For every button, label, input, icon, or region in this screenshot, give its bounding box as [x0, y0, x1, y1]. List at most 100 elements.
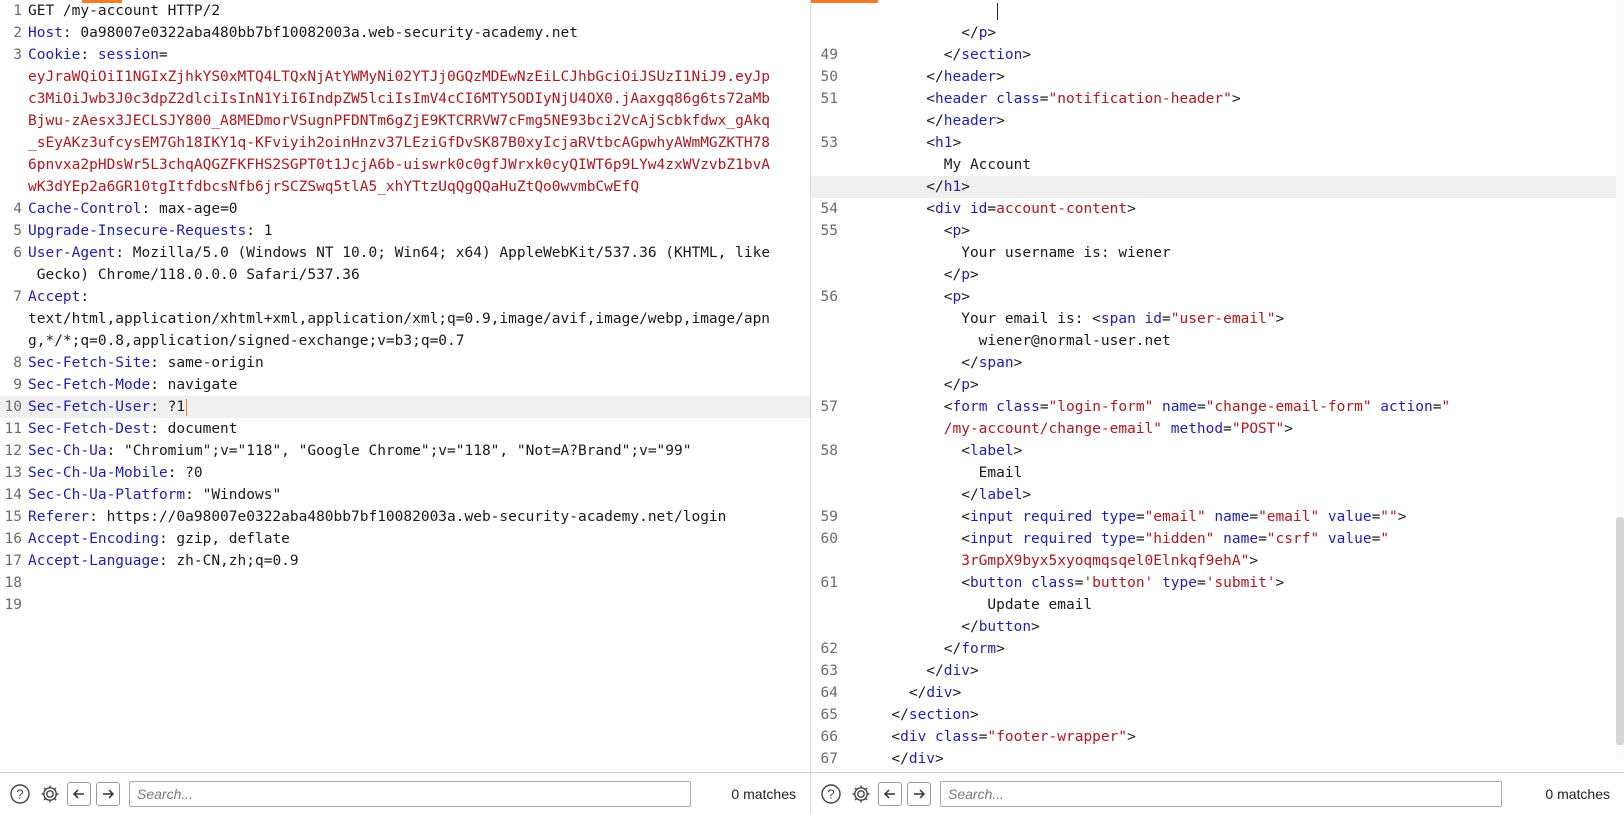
syntax-keyword: form	[961, 641, 997, 657]
code-line[interactable]: c3MiOiJwb3J0c3dpZ2dlciIsInN1YiI6IndpZW5l…	[0, 88, 810, 110]
line-number: 14	[4, 487, 22, 503]
line-number: 17	[4, 553, 22, 569]
syntax-value: account-content	[996, 201, 1128, 217]
code-line[interactable]: 11 Sec-Fetch-Dest: document	[0, 418, 810, 440]
line-text: Sec-Ch-Ua: "Chromium";v="118", "Google C…	[28, 440, 810, 462]
code-line[interactable]: 59 <input required type="email" name="em…	[811, 506, 1624, 528]
code-line[interactable]: </span>	[811, 352, 1624, 374]
code-line[interactable]: My Account	[811, 154, 1624, 176]
code-line[interactable]: Update email	[811, 594, 1624, 616]
line-number: 67	[820, 751, 838, 767]
response-editor[interactable]: </p> 49 </section> 50 </header> 51 <header …	[811, 0, 1624, 772]
code-line[interactable]: Email	[811, 462, 1624, 484]
code-line[interactable]: </p>	[811, 22, 1624, 44]
code-line[interactable]: 61 <button class='button' type='submit'>	[811, 572, 1624, 594]
code-line[interactable]: 66 <div class="footer-wrapper">	[811, 726, 1624, 748]
code-line[interactable]: 14 Sec-Ch-Ua-Platform: "Windows"	[0, 484, 810, 506]
response-scrollbar[interactable]	[1616, 0, 1624, 760]
code-line[interactable]: wK3dYEp2a6GR10tgItfdbcsNfb6jrSCZSwq5tlA5…	[0, 176, 810, 198]
code-line[interactable]: 10 Sec-Fetch-User: ?1	[0, 396, 810, 418]
code-line[interactable]: 2 Host: 0a98007e0322aba480bb7bf10082003a.…	[0, 22, 810, 44]
code-line[interactable]: </p>	[811, 264, 1624, 286]
previous-match-button[interactable]	[67, 781, 91, 806]
syntax-text: <	[839, 201, 936, 217]
scrollbar-thumb[interactable]	[1616, 517, 1624, 745]
code-line[interactable]: Your email is: <span id="user-email">	[811, 308, 1624, 330]
previous-match-button[interactable]	[878, 781, 902, 806]
line-text: GET /my-account HTTP/2	[28, 0, 810, 22]
line-text: Sec-Fetch-Dest: document	[28, 418, 810, 440]
syntax-text: >	[1127, 729, 1136, 745]
code-line[interactable]: 64 </div>	[811, 682, 1624, 704]
syntax-keyword: div id	[935, 201, 988, 217]
code-line[interactable]: 50 </header>	[811, 66, 1624, 88]
code-line[interactable]: 51 <header class="notification-header">	[811, 88, 1624, 110]
code-line[interactable]: 57 <form class="login-form" name="change…	[811, 396, 1624, 418]
code-line[interactable]: </label>	[811, 484, 1624, 506]
code-line[interactable]: Bjwu-zAesx3JECLSJY800_A8MEDmorVSugnPFDNT…	[0, 110, 810, 132]
code-line[interactable]: 62 </form>	[811, 638, 1624, 660]
syntax-keyword: Host	[28, 25, 63, 41]
code-line[interactable]: _sEyAKz3ufcysEM7Gh18IKY1q-KFviyih2oinHnz…	[0, 132, 810, 154]
code-line[interactable]: 63 </div>	[811, 660, 1624, 682]
code-line[interactable]: 58 <label>	[811, 440, 1624, 462]
syntax-text: <	[839, 223, 953, 239]
code-line[interactable]: 19	[0, 594, 810, 616]
code-line[interactable]: </h1>	[811, 176, 1624, 198]
code-line[interactable]: text/html,application/xhtml+xml,applicat…	[0, 308, 810, 330]
syntax-keyword: div	[908, 751, 936, 767]
syntax-keyword: action	[1371, 399, 1433, 415]
gear-icon[interactable]	[848, 781, 874, 807]
code-line[interactable]: 9 Sec-Fetch-Mode: navigate	[0, 374, 810, 396]
code-line[interactable]: 18	[0, 572, 810, 594]
code-line[interactable]: wiener@normal-user.net	[811, 330, 1624, 352]
code-line[interactable]: 15 Referer: https://0a98007e0322aba480bb7…	[0, 506, 810, 528]
code-line[interactable]: Your username is: wiener	[811, 242, 1624, 264]
help-icon[interactable]: ?	[818, 781, 844, 807]
code-line[interactable]: 3rGmpX9byx5xyoqmqsqel0Elnkqf9ehA">	[811, 550, 1624, 572]
code-line[interactable]: 16 Accept-Encoding: gzip, deflate	[0, 528, 810, 550]
code-line[interactable]: 54 <div id=account-content>	[811, 198, 1624, 220]
code-line[interactable]: 6pnvxa2pHDsWr5L3chqAQGZFKFHS2SGPT0t1JcjA…	[0, 154, 810, 176]
code-line[interactable]: 49 </section>	[811, 44, 1624, 66]
code-line[interactable]: 65 </section>	[811, 704, 1624, 726]
code-line[interactable]: eyJraWQiOiI1NGIxZjhkYS0xMTQ4LTQxNjAtYWMy…	[0, 66, 810, 88]
syntax-text: >	[969, 663, 979, 679]
line-text: c3MiOiJwb3J0c3dpZ2dlciIsInN1YiI6IndpZW5l…	[28, 88, 810, 110]
code-line[interactable]: 4 Cache-Control: max-age=0	[0, 198, 810, 220]
code-line[interactable]: 6 User-Agent: Mozilla/5.0 (Windows NT 10.…	[0, 242, 810, 264]
code-line[interactable]	[811, 0, 1624, 22]
code-line[interactable]: 55 <p>	[811, 220, 1624, 242]
code-line[interactable]: 56 <p>	[811, 286, 1624, 308]
request-search-input[interactable]	[129, 780, 691, 807]
request-editor[interactable]: 1 GET /my-account HTTP/2 2 Host: 0a98007e03…	[0, 0, 810, 772]
line-text: <p>	[839, 286, 1624, 308]
code-line[interactable]: 53 <h1>	[811, 132, 1624, 154]
gear-icon[interactable]	[37, 781, 63, 807]
code-line[interactable]: 7 Accept:	[0, 286, 810, 308]
response-search-input[interactable]	[940, 780, 1502, 807]
code-line[interactable]: </p>	[811, 374, 1624, 396]
code-line[interactable]: 5 Upgrade-Insecure-Requests: 1	[0, 220, 810, 242]
code-line[interactable]: 3 Cookie: session=	[0, 44, 810, 66]
syntax-value: "email"	[1144, 509, 1206, 525]
code-line[interactable]: Gecko) Chrome/118.0.0.0 Safari/537.36	[0, 264, 810, 286]
syntax-text: =	[1039, 91, 1049, 107]
code-line[interactable]: </header>	[811, 110, 1624, 132]
code-line[interactable]: 13 Sec-Ch-Ua-Mobile: ?0	[0, 462, 810, 484]
code-line[interactable]: </button>	[811, 616, 1624, 638]
help-icon[interactable]: ?	[7, 781, 33, 807]
code-line[interactable]: 67 </div>	[811, 748, 1624, 770]
code-line[interactable]: 60 <input required type="hidden" name="c…	[811, 528, 1624, 550]
code-line[interactable]: 17 Accept-Language: zh-CN,zh;q=0.9	[0, 550, 810, 572]
code-line[interactable]: 12 Sec-Ch-Ua: "Chromium";v="118", "Google…	[0, 440, 810, 462]
line-text: </span>	[839, 352, 1624, 374]
line-text: wiener@normal-user.net	[839, 330, 1624, 352]
syntax-value: "change-email-form"	[1205, 399, 1372, 415]
next-match-button[interactable]	[96, 781, 120, 806]
code-line[interactable]: 1 GET /my-account HTTP/2	[0, 0, 810, 22]
next-match-button[interactable]	[907, 781, 931, 806]
code-line[interactable]: g,*/*;q=0.8,application/signed-exchange;…	[0, 330, 810, 352]
code-line[interactable]: /my-account/change-email" method="POST">	[811, 418, 1624, 440]
code-line[interactable]: 8 Sec-Fetch-Site: same-origin	[0, 352, 810, 374]
